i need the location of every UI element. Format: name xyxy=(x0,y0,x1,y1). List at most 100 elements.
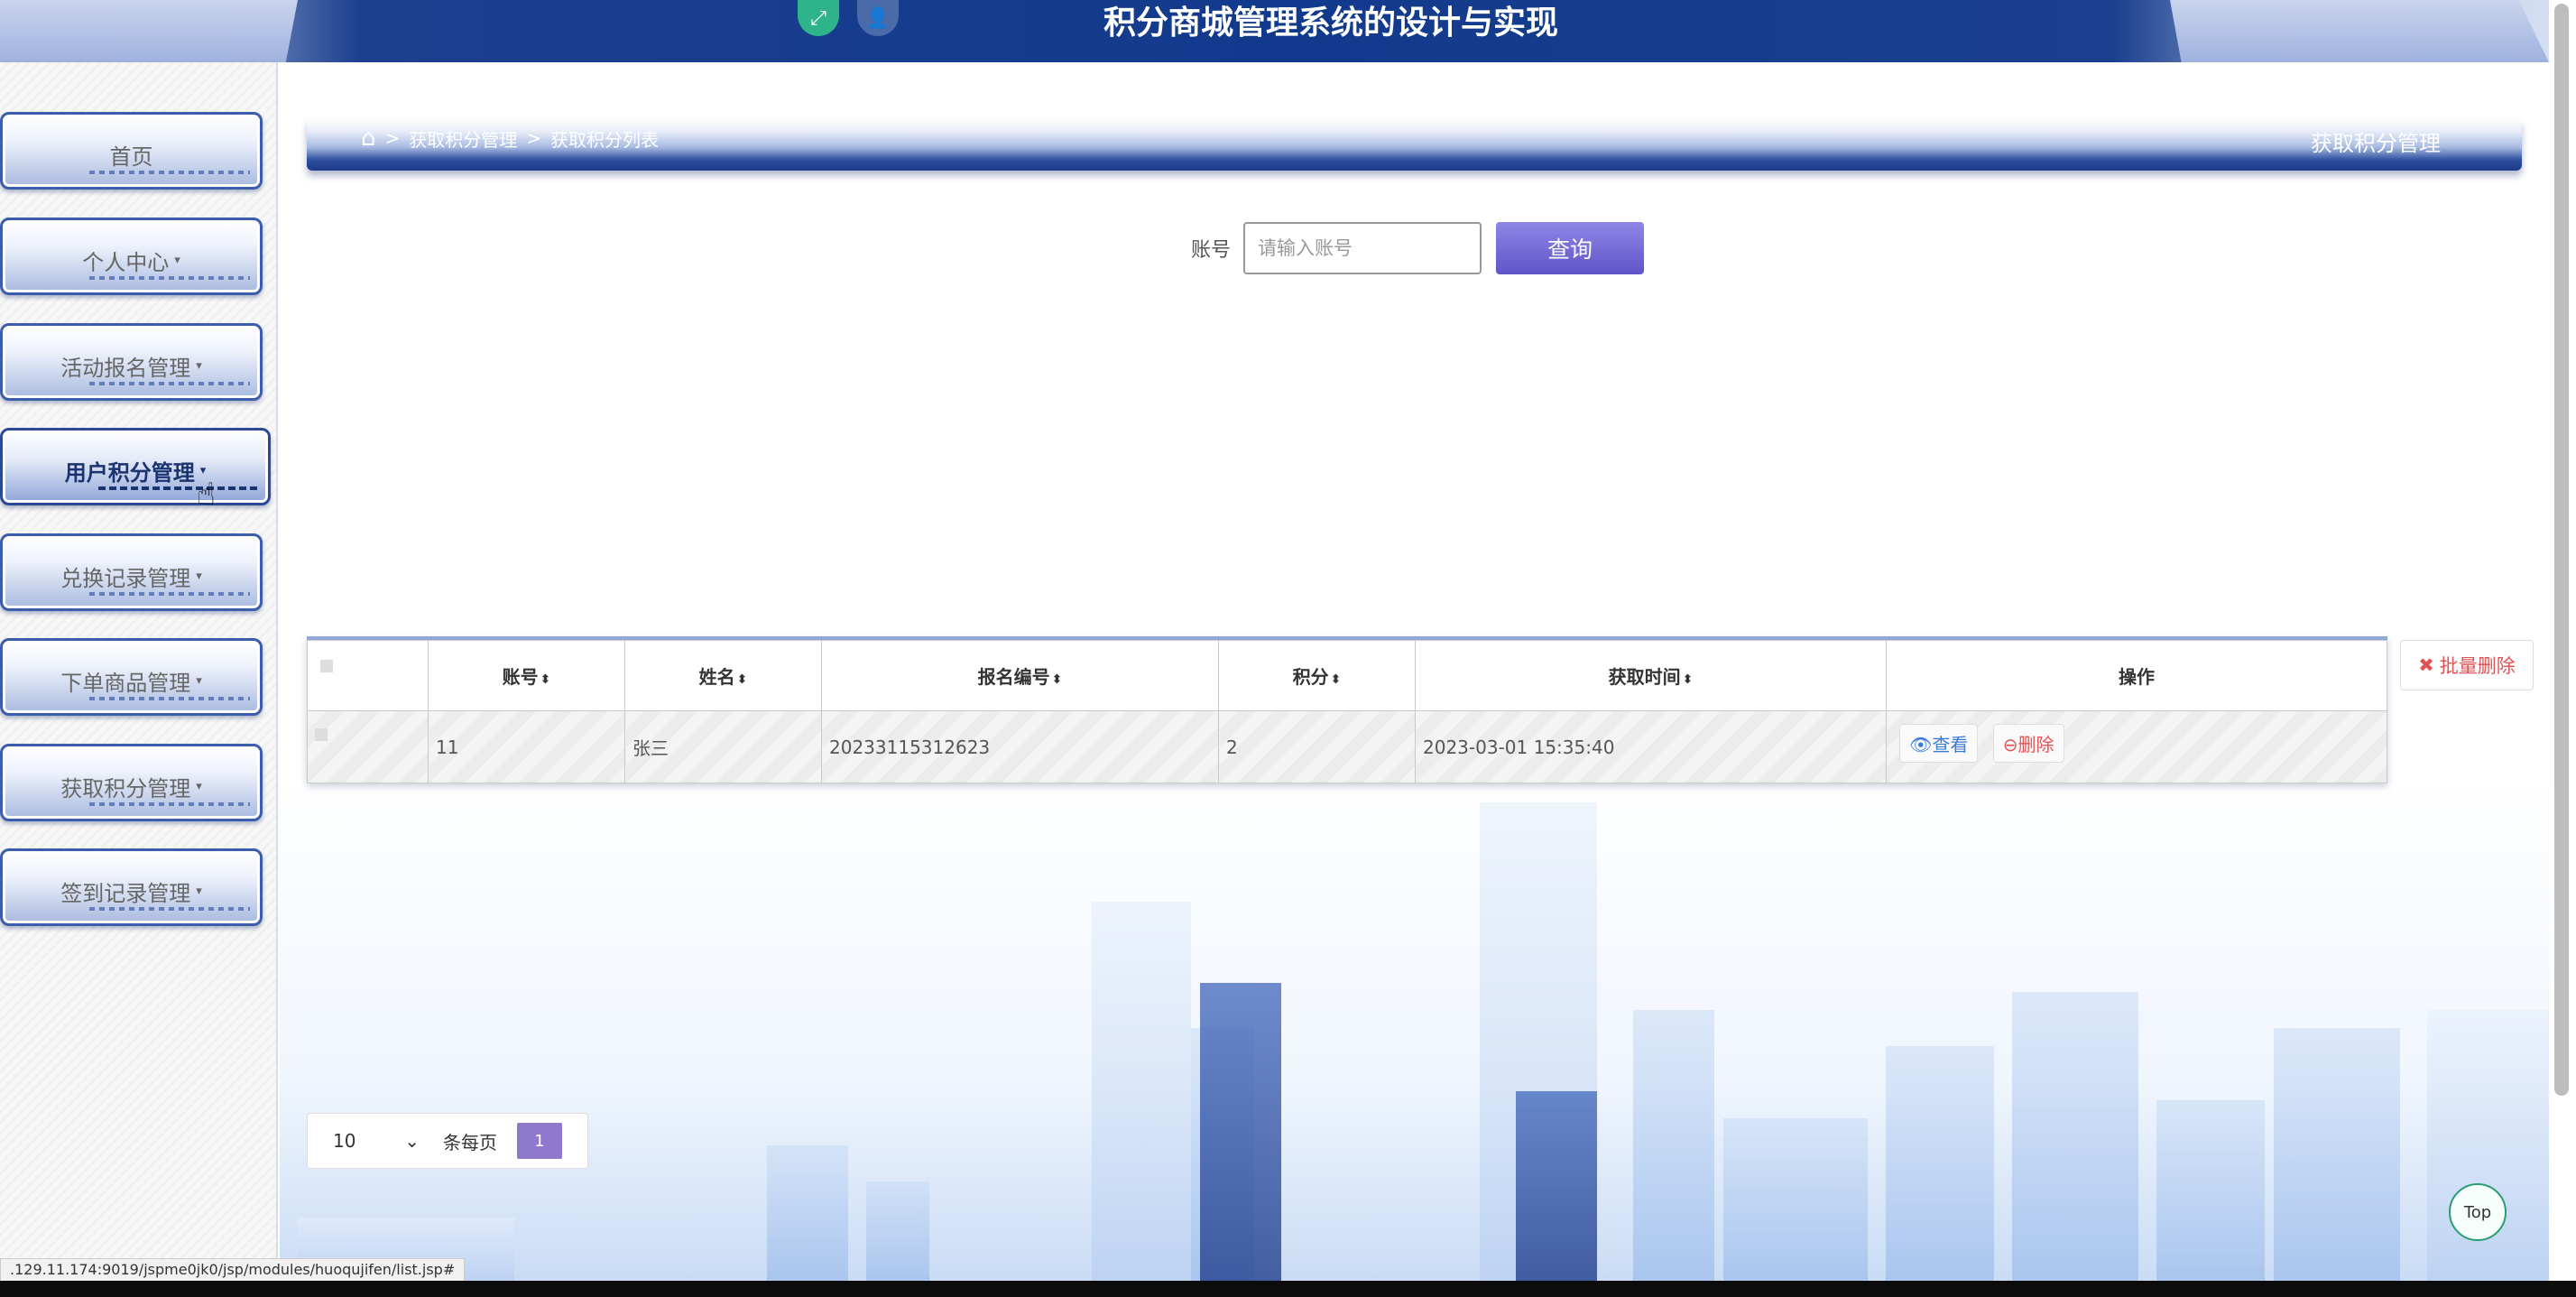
view-button-label: 查看 xyxy=(1932,734,1969,755)
caret-down-icon: ▾ xyxy=(199,463,207,477)
sidebar-item-label: 用户积分管理 xyxy=(64,459,195,486)
cell-points: 2 xyxy=(1218,710,1416,783)
close-icon: ✖ xyxy=(2418,654,2434,676)
cell-name: 张三 xyxy=(624,710,822,783)
scrollbar-thumb[interactable] xyxy=(2554,4,2569,1096)
decorative-dots xyxy=(89,276,250,280)
user-icon[interactable]: 👤 xyxy=(857,0,899,36)
page-number-button[interactable]: 1 xyxy=(517,1123,562,1159)
view-button[interactable]: 👁查看 xyxy=(1899,724,1979,763)
column-header-label: 获取时间 xyxy=(1608,666,1681,688)
account-label: 账号 xyxy=(1191,239,1232,262)
breadcrumb-item: 获取积分列表 xyxy=(550,128,660,151)
column-header-points[interactable]: 积分 ⬍ xyxy=(1218,640,1416,711)
section-title: 获取积分管理 xyxy=(2311,131,2441,156)
query-button[interactable]: 查询 xyxy=(1496,222,1645,274)
select-all-checkbox[interactable] xyxy=(320,660,333,672)
chevron-down-icon: ⌄ xyxy=(404,1130,420,1152)
home-icon[interactable]: ⌂ xyxy=(361,125,376,152)
eye-icon: 👁 xyxy=(1909,734,1933,755)
decorative-dots xyxy=(89,802,250,806)
sidebar-item-label: 活动报名管理 xyxy=(60,355,191,381)
column-header-account[interactable]: 账号 ⬍ xyxy=(428,640,625,711)
window-bottom-strip xyxy=(0,1281,2576,1297)
sidebar-item-checkin-records[interactable]: 签到记录管理 ▾ xyxy=(0,848,263,926)
sort-icon[interactable]: ⬍ xyxy=(737,672,748,687)
select-all-checkbox-cell[interactable] xyxy=(307,640,429,711)
breadcrumb-separator: > xyxy=(384,127,401,149)
decorative-dots xyxy=(89,382,250,385)
column-header-label: 姓名 xyxy=(698,666,735,688)
account-search-input[interactable] xyxy=(1243,222,1482,274)
decorative-dots xyxy=(89,592,250,596)
caret-down-icon: ▾ xyxy=(196,569,202,583)
minus-circle-icon: ⊖ xyxy=(2002,734,2018,755)
column-header-name[interactable]: 姓名 ⬍ xyxy=(624,640,822,711)
column-header-label: 报名编号 xyxy=(977,666,1050,688)
row-checkbox[interactable] xyxy=(315,728,328,741)
app-title: 积分商城管理系统的设计与实现 xyxy=(1103,5,1558,42)
table-row: 11 张三 20233115312623 2 2023-03-01 15:35:… xyxy=(307,710,2387,783)
caret-down-icon: ▾ xyxy=(196,779,202,793)
caret-down-icon: ▾ xyxy=(174,253,180,267)
decorative-dots xyxy=(89,697,250,700)
column-header-signup-no[interactable]: 报名编号 ⬍ xyxy=(821,640,1219,711)
main-content: ⌂ > 获取积分管理 > 获取积分列表 获取积分管理 账号 查询 账号⬍ 姓名⬍… xyxy=(280,62,2549,1281)
sort-icon[interactable]: ⬍ xyxy=(1052,672,1063,687)
cell-time: 2023-03-01 15:35:40 xyxy=(1415,710,1887,783)
page-size-value: 10 xyxy=(333,1130,356,1152)
column-header-actions: 操作 xyxy=(1886,640,2387,711)
decorative-dots xyxy=(98,486,259,490)
page-size-select[interactable]: 10 ⌄ xyxy=(319,1119,434,1163)
sort-icon[interactable]: ⬍ xyxy=(1683,672,1694,687)
sidebar-item-exchange-records[interactable]: 兑换记录管理 ▾ xyxy=(0,533,263,611)
search-form: 账号 查询 xyxy=(1191,221,1645,275)
sidebar-item-label: 获取积分管理 xyxy=(60,775,191,801)
decorative-dots xyxy=(89,907,250,911)
cell-signup-no: 20233115312623 xyxy=(821,710,1219,783)
caret-down-icon: ▾ xyxy=(196,884,202,898)
pagination: 10 ⌄ 条每页 1 xyxy=(307,1113,588,1169)
sidebar-item-earn-points[interactable]: 获取积分管理 ▾ xyxy=(0,744,263,821)
back-to-top-button[interactable]: Top xyxy=(2449,1183,2507,1241)
breadcrumb: ⌂ > 获取积分管理 > 获取积分列表 xyxy=(361,125,660,152)
breadcrumb-separator: > xyxy=(526,127,542,149)
delete-button-label: 删除 xyxy=(2017,734,2054,755)
column-header-label: 账号 xyxy=(502,666,539,688)
header-left-wing xyxy=(0,0,298,62)
points-table: 账号 ⬍ 姓名 ⬍ 报名编号 ⬍ 积分 ⬍ 获取时间 ⬍ 操作 11 张三 2023311… xyxy=(307,636,2387,783)
sort-icon[interactable]: ⬍ xyxy=(540,672,551,687)
sidebar-item-user-points[interactable]: 用户积分管理 ▾ xyxy=(0,428,271,505)
city-background-image xyxy=(280,775,2549,1281)
batch-delete-button[interactable]: ✖ 批量删除 xyxy=(2400,640,2534,690)
cell-account: 11 xyxy=(428,710,625,783)
sidebar-item-order-goods[interactable]: 下单商品管理 ▾ xyxy=(0,638,263,716)
delete-button[interactable]: ⊖删除 xyxy=(1992,724,2064,763)
column-header-label: 积分 xyxy=(1292,666,1329,688)
per-page-label: 条每页 xyxy=(443,1131,497,1153)
status-url: .129.11.174:9019/jspme0jk0/jsp/modules/h… xyxy=(0,1258,466,1282)
column-header-time[interactable]: 获取时间 ⬍ xyxy=(1415,640,1887,711)
sidebar: 首页 个人中心 ▾ 活动报名管理 ▾ 用户积分管理 ▾ 兑换记录管理 ▾ 下单商… xyxy=(0,62,278,1281)
fullscreen-icon[interactable]: ⤢ xyxy=(798,0,839,36)
sidebar-item-activity-signup[interactable]: 活动报名管理 ▾ xyxy=(0,323,263,401)
caret-down-icon: ▾ xyxy=(196,673,202,688)
sidebar-item-home[interactable]: 首页 xyxy=(0,112,263,190)
cell-actions: 👁查看 ⊖删除 xyxy=(1886,710,2387,783)
batch-delete-label: 批量删除 xyxy=(2439,655,2516,677)
header-right-wing xyxy=(2170,0,2549,62)
decorative-dots xyxy=(89,171,250,174)
breadcrumb-item[interactable]: 获取积分管理 xyxy=(409,125,517,152)
caret-down-icon: ▾ xyxy=(196,358,202,373)
sidebar-item-label: 下单商品管理 xyxy=(60,670,191,696)
sidebar-item-label: 个人中心 xyxy=(82,249,170,275)
breadcrumb-bar: ⌂ > 获取积分管理 > 获取积分列表 获取积分管理 xyxy=(307,118,2522,171)
sidebar-item-personal-center[interactable]: 个人中心 ▾ xyxy=(0,218,263,295)
top-header: ⤢ 👤 积分商城管理系统的设计与实现 xyxy=(0,0,2576,62)
sort-icon[interactable]: ⬍ xyxy=(1331,672,1342,687)
row-checkbox-cell[interactable] xyxy=(307,710,429,783)
sidebar-item-label: 首页 xyxy=(109,144,153,170)
page-scrollbar[interactable] xyxy=(2549,0,2576,1281)
hand-cursor-icon: ☝ xyxy=(197,477,216,513)
sidebar-item-label: 兑换记录管理 xyxy=(60,565,191,591)
